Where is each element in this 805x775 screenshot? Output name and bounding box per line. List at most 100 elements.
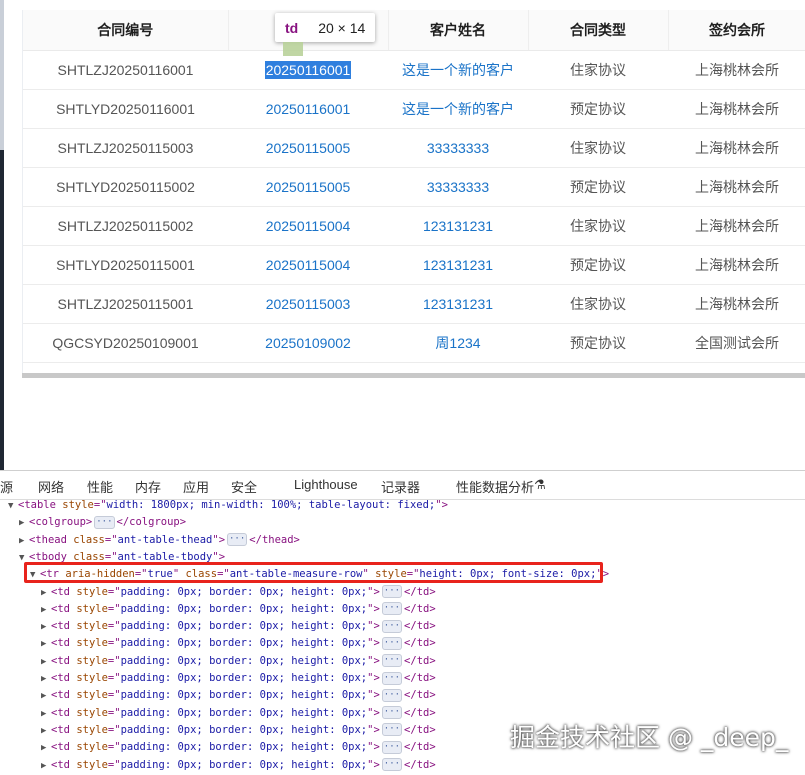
expand-right-icon[interactable]: ▶	[19, 515, 29, 532]
cell-customer-name[interactable]: 123131231	[388, 284, 528, 324]
dom-node-line[interactable]: ▶ <td style="padding: 0px; border: 0px; h…	[41, 601, 436, 618]
expand-right-icon[interactable]: ▶	[41, 758, 51, 775]
ellipsis-icon[interactable]: ···	[381, 654, 403, 668]
cell-related-no[interactable]: 20250115003	[228, 284, 388, 324]
tab-performance[interactable]: 性能	[87, 477, 113, 496]
cell-contract-no: SHTLZJ20250115002	[23, 206, 228, 246]
cell-contract-no: SHTLZJ20250116001	[23, 50, 228, 90]
expand-right-icon[interactable]: ▶	[41, 671, 51, 688]
expand-right-icon[interactable]: ▶	[41, 723, 51, 740]
cell-signing-club: 上海桃林会所	[668, 284, 805, 324]
table-row: SHTLZJ20250116001 20250116001 这是一个新的客户 住家协议…	[23, 50, 805, 90]
cell-customer-name[interactable]: 33333333	[388, 167, 528, 207]
inspector-tooltip: td 20 × 14	[275, 13, 375, 42]
ellipsis-icon[interactable]: ···	[381, 706, 403, 720]
cell-related-no[interactable]: 20250115005	[228, 128, 388, 168]
cell-customer-name[interactable]: 这是一个新的客户	[388, 89, 528, 129]
cell-related-no[interactable]: 20250109002	[228, 323, 388, 363]
tab-application[interactable]: 应用	[183, 477, 209, 496]
selected-cell-text[interactable]: 20250116001	[264, 61, 352, 79]
tab-security[interactable]: 安全	[231, 477, 257, 496]
dom-node-line[interactable]: ▶ <td style="padding: 0px; border: 0px; h…	[41, 705, 436, 722]
expand-right-icon[interactable]: ▶	[41, 654, 51, 671]
table-row: SHTLZJ20250115001 20250115003 123131231 住家协…	[23, 284, 805, 324]
ellipsis-icon[interactable]: ···	[381, 758, 403, 771]
dom-node-line[interactable]: ▶ <colgroup> ··· </colgroup>	[19, 514, 186, 531]
dom-node-line[interactable]: ▶ <thead class="ant-table-thead"> ··· </the…	[19, 532, 300, 549]
ellipsis-icon[interactable]: ···	[381, 671, 403, 685]
cell-signing-club: 上海桃林会所	[668, 206, 805, 246]
dom-node-line[interactable]: ▶ <td style="padding: 0px; border: 0px; h…	[41, 584, 436, 601]
header-contract-no[interactable]: 合同编号	[23, 10, 229, 51]
cell-customer-name[interactable]: 123131231	[388, 206, 528, 246]
tab-performance-insights[interactable]: 性能数据分析	[456, 477, 534, 496]
devtools-tabs: 源 网络 性能 内存 应用 安全 Lighthouse 记录器 性能数据分析 ⚗	[0, 471, 805, 500]
tab-sources[interactable]: 源	[0, 477, 13, 496]
page-left-edge	[0, 0, 4, 470]
cell-related-no[interactable]: 20250115004	[228, 245, 388, 285]
cell-contract-type: 住家协议	[528, 206, 668, 246]
ellipsis-icon[interactable]: ···	[381, 602, 403, 616]
dom-node-line[interactable]: ▶ <td style="padding: 0px; border: 0px; h…	[41, 670, 436, 687]
table-row: SHTLZJ20250115002 20250115004 123131231 住家协…	[23, 206, 805, 246]
tab-memory[interactable]: 内存	[135, 477, 161, 496]
cell-signing-club: 全国测试会所	[668, 323, 805, 363]
expand-right-icon[interactable]: ▶	[41, 602, 51, 619]
ellipsis-icon[interactable]: ···	[227, 533, 248, 547]
expand-right-icon[interactable]: ▶	[41, 740, 51, 757]
cell-contract-no: SHTLYD20250115002	[23, 167, 228, 207]
highlight-box	[24, 562, 603, 583]
expand-right-icon[interactable]: ▶	[41, 688, 51, 705]
dom-node-line[interactable]: ▶ <td style="padding: 0px; border: 0px; h…	[41, 653, 436, 670]
table-row: SHTLYD20250115001 20250115004 123131231 预定协…	[23, 245, 805, 285]
expand-right-icon[interactable]: ▶	[41, 619, 51, 636]
cell-contract-type: 住家协议	[528, 284, 668, 324]
dom-node-line[interactable]: ▶ <td style="padding: 0px; border: 0px; h…	[41, 722, 436, 739]
header-signing-club[interactable]: 签约会所	[668, 10, 805, 51]
expand-right-icon[interactable]: ▶	[41, 585, 51, 602]
dom-node-line[interactable]: ▶ <td style="padding: 0px; border: 0px; h…	[41, 635, 436, 652]
dom-node-line[interactable]: ▶ <td style="padding: 0px; border: 0px; h…	[41, 757, 436, 774]
ellipsis-icon[interactable]: ···	[381, 723, 403, 737]
header-contract-type[interactable]: 合同类型	[528, 10, 669, 51]
cell-signing-club: 上海桃林会所	[668, 167, 805, 207]
cell-customer-name[interactable]: 这是一个新的客户	[388, 50, 528, 90]
expand-right-icon[interactable]: ▶	[41, 706, 51, 723]
expand-down-icon[interactable]: ▼	[8, 498, 18, 515]
ellipsis-icon[interactable]: ···	[381, 619, 403, 633]
tooltip-dimensions: 20 × 14	[318, 19, 366, 36]
ellipsis-icon[interactable]: ···	[94, 515, 115, 529]
cell-related-no[interactable]: 20250115004	[228, 206, 388, 246]
tab-recorder[interactable]: 记录器	[381, 477, 420, 496]
expand-right-icon[interactable]: ▶	[19, 533, 29, 550]
cell-customer-name[interactable]: 123131231	[388, 245, 528, 285]
cell-customer-name[interactable]: 33333333	[388, 128, 528, 168]
ellipsis-icon[interactable]: ···	[381, 688, 403, 702]
dom-node-line[interactable]: ▶ <td style="padding: 0px; border: 0px; h…	[41, 739, 436, 756]
dom-node-line[interactable]: ▶ <td style="padding: 0px; border: 0px; h…	[41, 618, 436, 635]
cell-signing-club: 上海桃林会所	[668, 128, 805, 168]
ellipsis-icon[interactable]: ···	[381, 740, 403, 754]
table-row: SHTLZJ20250115003 20250115005 33333333 住家协议…	[23, 128, 805, 168]
horizontal-scrollbar[interactable]	[22, 373, 805, 378]
cell-related-no[interactable]: 20250116001	[228, 89, 388, 129]
cell-contract-type: 预定协议	[528, 89, 668, 129]
table-row: SHTLYD20250116001 20250116001 这是一个新的客户 预定协议…	[23, 89, 805, 129]
cell-signing-club: 上海桃林会所	[668, 245, 805, 285]
header-customer-name[interactable]: 客户姓名	[388, 10, 529, 51]
tab-network[interactable]: 网络	[38, 477, 64, 496]
cell-related-no[interactable]: 20250115005	[228, 167, 388, 207]
table-row: SHTLYD20250115002 20250115005 33333333 预定协议…	[23, 167, 805, 207]
expand-right-icon[interactable]: ▶	[41, 636, 51, 653]
cell-customer-name[interactable]: 周1234	[388, 323, 528, 363]
ellipsis-icon[interactable]: ···	[381, 585, 403, 598]
table-header-row: 合同编号 关 客户姓名 合同类型 签约会所	[23, 10, 805, 51]
cell-related-no[interactable]: 20250116001	[228, 50, 388, 90]
cell-contract-type: 住家协议	[528, 50, 668, 90]
tab-lighthouse[interactable]: Lighthouse	[294, 477, 358, 492]
ellipsis-icon[interactable]: ···	[381, 636, 403, 650]
cell-contract-no: SHTLZJ20250115003	[23, 128, 228, 168]
dom-node-line[interactable]: ▼ <table style="width: 1800px; min-width:…	[8, 497, 448, 514]
dom-node-line[interactable]: ▶ <td style="padding: 0px; border: 0px; h…	[41, 687, 436, 704]
contract-table: 合同编号 关 客户姓名 合同类型 签约会所 SHTLZJ202501160012…	[22, 10, 805, 378]
